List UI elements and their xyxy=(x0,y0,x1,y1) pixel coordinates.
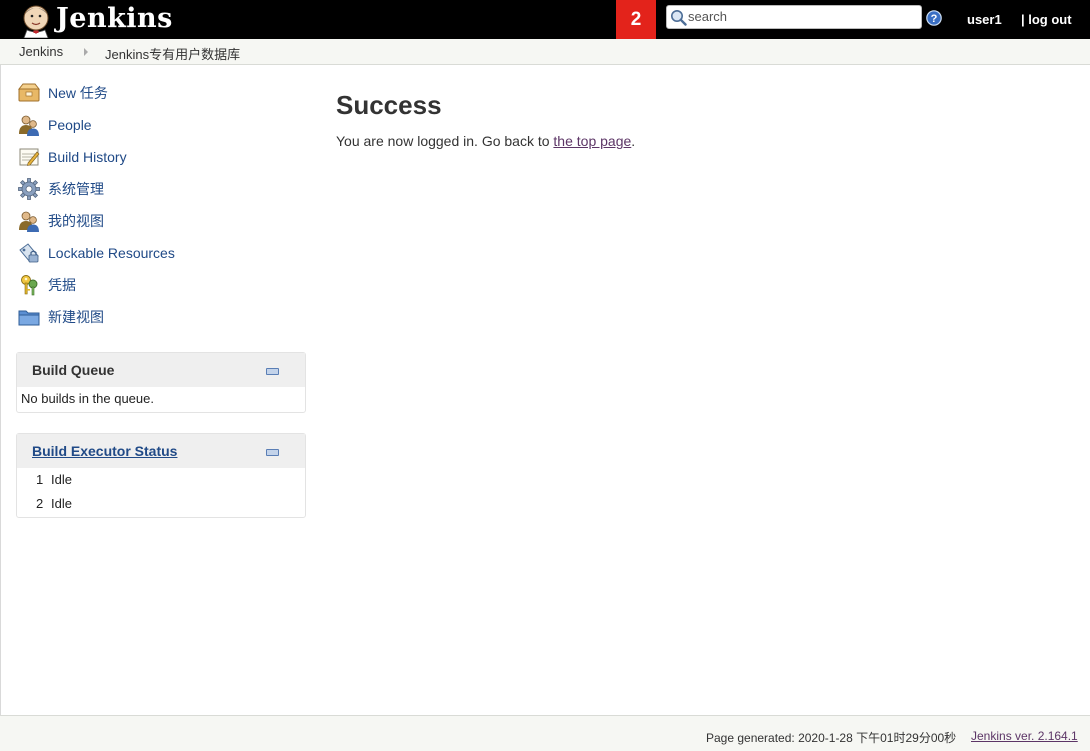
search-input[interactable] xyxy=(688,7,916,26)
task-label: 系统管理 xyxy=(48,181,104,197)
page-title: Success xyxy=(336,90,442,120)
task-lockable-resources[interactable]: Lockable Resources xyxy=(18,241,175,265)
collapse-icon[interactable] xyxy=(266,368,279,375)
executor-number: 2 xyxy=(36,496,44,511)
executor-status: Idle xyxy=(51,496,72,511)
new-item-icon xyxy=(18,83,40,102)
build-queue-empty-text: No builds in the queue. xyxy=(21,391,154,406)
build-queue-header: Build Queue xyxy=(17,353,305,387)
executor-status-pane: Build Executor Status 1 Idle 2 Idle xyxy=(16,433,306,518)
task-label: 我的视图 xyxy=(48,213,104,229)
my-views-icon xyxy=(19,211,39,232)
credentials-icon xyxy=(21,275,38,296)
build-queue-title: Build Queue xyxy=(32,362,115,378)
executor-status-title-link[interactable]: Build Executor Status xyxy=(32,443,177,459)
task-label: 新建视图 xyxy=(48,309,104,325)
jenkins-version-link[interactable]: Jenkins ver. 2.164.1 xyxy=(971,729,1078,743)
user-link[interactable]: user1 xyxy=(967,12,1002,27)
people-icon xyxy=(19,115,39,136)
task-label: Build History xyxy=(48,149,127,165)
page-footer: Page generated: 2020-1-28 下午01时29分00秒 Je… xyxy=(0,715,1090,751)
login-message: You are now logged in. Go back to the to… xyxy=(336,133,635,149)
page-header: Jenkins 2 ? user1 | log out xyxy=(0,0,1090,39)
task-people[interactable]: People xyxy=(18,113,92,137)
executor-list: 1 Idle 2 Idle xyxy=(17,468,305,516)
task-label: New 任务 xyxy=(48,85,108,101)
executor-row: 2 Idle xyxy=(17,492,305,516)
notification-badge[interactable]: 2 xyxy=(616,0,656,39)
jenkins-butler-icon xyxy=(23,5,49,38)
task-manage-jenkins[interactable]: 系统管理 xyxy=(18,177,104,201)
breadcrumb: Jenkins Jenkins专有用户数据库 xyxy=(0,39,1090,65)
breadcrumb-separator-icon[interactable] xyxy=(84,48,88,56)
task-build-history[interactable]: Build History xyxy=(18,145,127,169)
task-new-item[interactable]: New 任务 xyxy=(18,81,108,105)
collapse-icon[interactable] xyxy=(266,449,279,456)
svg-text:?: ? xyxy=(931,13,938,25)
search-icon xyxy=(671,10,687,26)
task-new-view[interactable]: 新建视图 xyxy=(18,305,104,329)
folder-icon xyxy=(18,310,40,326)
app-title: Jenkins xyxy=(56,3,173,34)
message-suffix: . xyxy=(631,133,636,149)
task-my-views[interactable]: 我的视图 xyxy=(18,209,104,233)
task-label: Lockable Resources xyxy=(48,245,175,261)
breadcrumb-item-user-database[interactable]: Jenkins专有用户数据库 xyxy=(105,44,240,63)
top-page-link[interactable]: the top page xyxy=(553,133,631,149)
build-history-icon xyxy=(19,148,40,166)
task-label: People xyxy=(48,117,92,133)
lockable-resources-icon xyxy=(19,243,39,263)
task-credentials[interactable]: 凭据 xyxy=(18,273,76,297)
build-queue-body: No builds in the queue. xyxy=(17,387,305,406)
page-generated-text: Page generated: 2020-1-28 下午01时29分00秒 xyxy=(706,731,957,745)
logout-link[interactable]: | log out xyxy=(1021,12,1072,27)
message-prefix: You are now logged in. Go back to xyxy=(336,133,554,149)
executor-row: 1 Idle xyxy=(17,468,305,492)
executor-status: Idle xyxy=(51,472,72,487)
executor-status-header: Build Executor Status xyxy=(17,434,305,468)
build-queue-pane: Build Queue No builds in the queue. xyxy=(16,352,306,413)
breadcrumb-item-jenkins[interactable]: Jenkins xyxy=(19,44,63,59)
gear-icon xyxy=(18,178,40,200)
executor-number: 1 xyxy=(36,472,44,487)
side-panel-border xyxy=(0,65,1,715)
search-box xyxy=(666,5,922,29)
help-icon[interactable]: ? xyxy=(926,10,942,26)
task-label: 凭据 xyxy=(48,277,76,293)
